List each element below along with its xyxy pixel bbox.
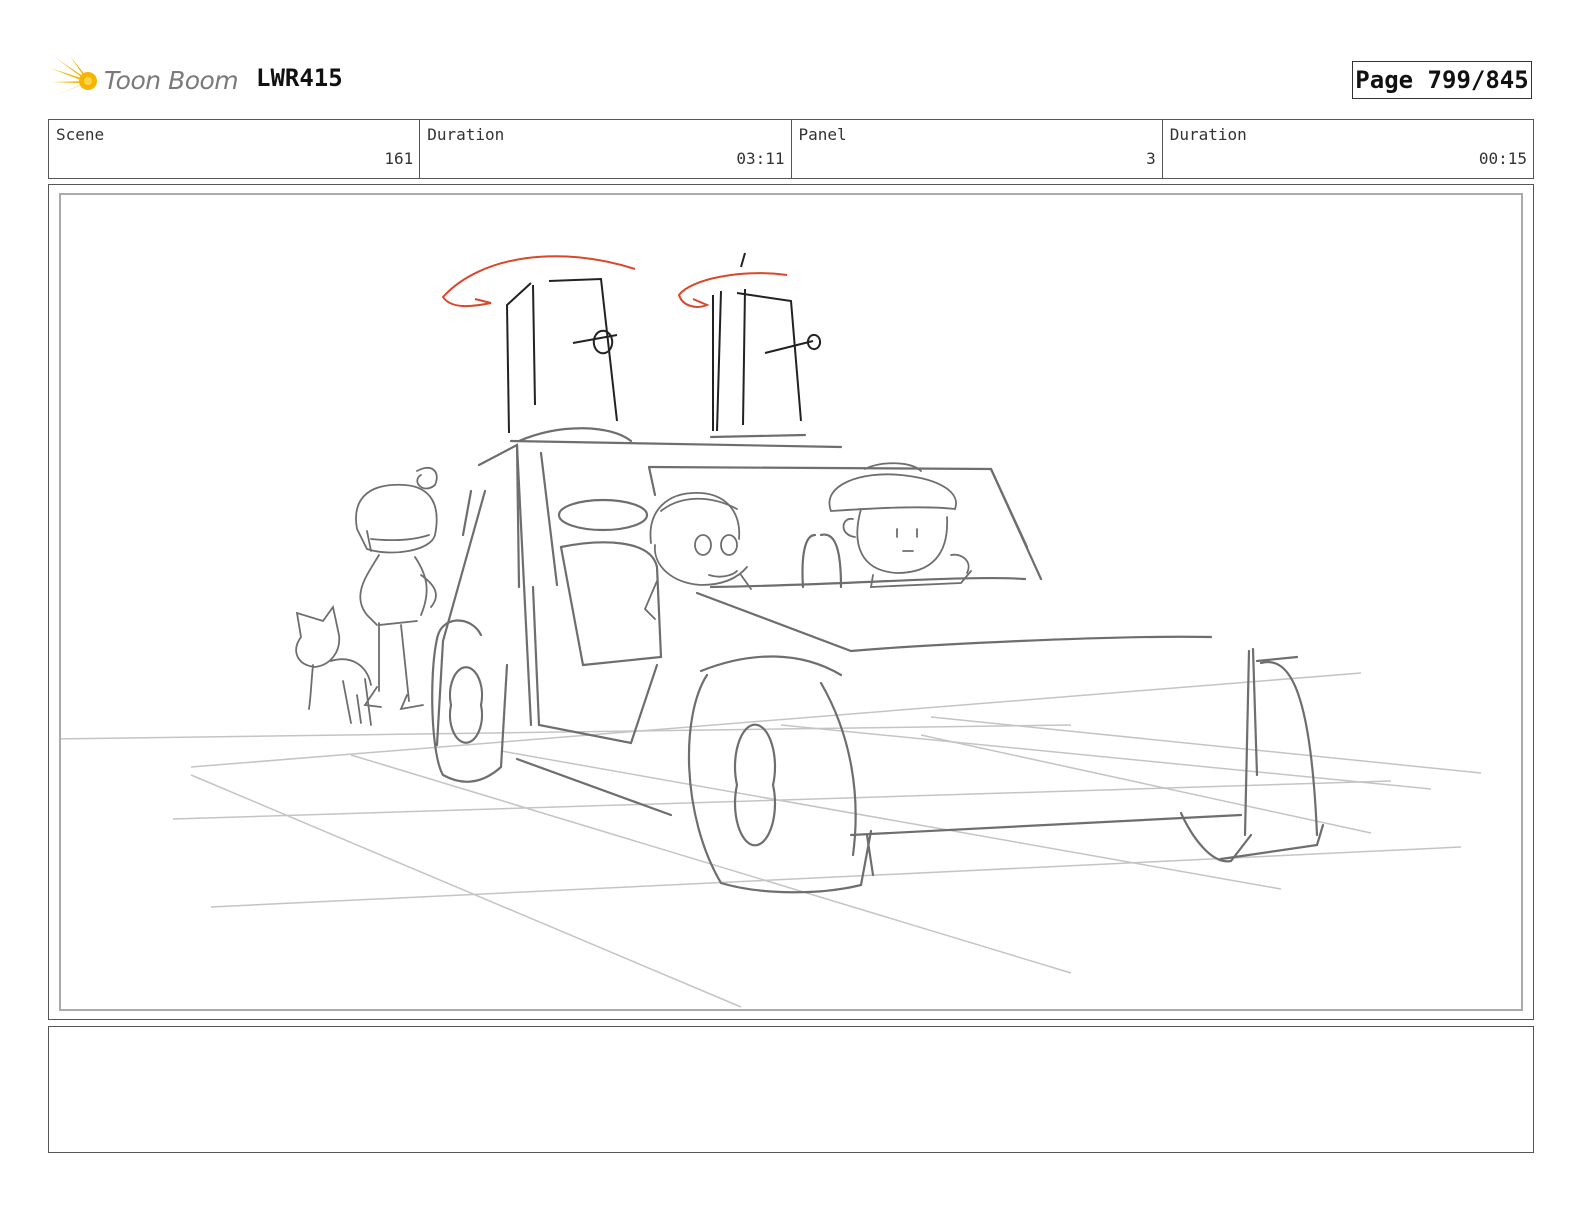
scene-duration-label: Duration (427, 125, 505, 144)
open-doors (505, 252, 822, 434)
notes-box (48, 1026, 1534, 1153)
project-code: LWR415 (256, 64, 343, 92)
panel-cell: Panel 3 (792, 120, 1163, 178)
logo-wordmark: Toon Boom (104, 66, 239, 95)
panel-duration-cell: Duration 00:15 (1163, 120, 1533, 178)
perspective-grid (61, 672, 1482, 1008)
character-sketches (295, 462, 972, 726)
panel-label: Panel (798, 125, 847, 144)
toon-boom-logo: Toon Boom (50, 56, 240, 106)
panel-frame (59, 193, 1523, 1011)
scene-label: Scene (56, 125, 105, 144)
panel-duration-value: 00:15 (1478, 149, 1527, 168)
door-swing-arrows (441, 255, 788, 308)
storyboard-panel (48, 184, 1534, 1020)
scene-duration-value: 03:11 (736, 149, 785, 168)
car-sketch (431, 427, 1325, 894)
storyboard-sketch (61, 252, 1482, 1008)
page-indicator: Page 799/845 (1352, 61, 1532, 99)
starburst-icon (50, 56, 97, 104)
scene-value: 161 (384, 149, 414, 168)
panel-value: 3 (1146, 149, 1156, 168)
scene-cell: Scene 161 (49, 120, 421, 178)
scene-duration-cell: Duration 03:11 (420, 120, 792, 178)
panel-duration-label: Duration (1169, 125, 1247, 144)
info-bar: Scene 161 Duration 03:11 Panel 3 Duratio… (48, 119, 1534, 179)
